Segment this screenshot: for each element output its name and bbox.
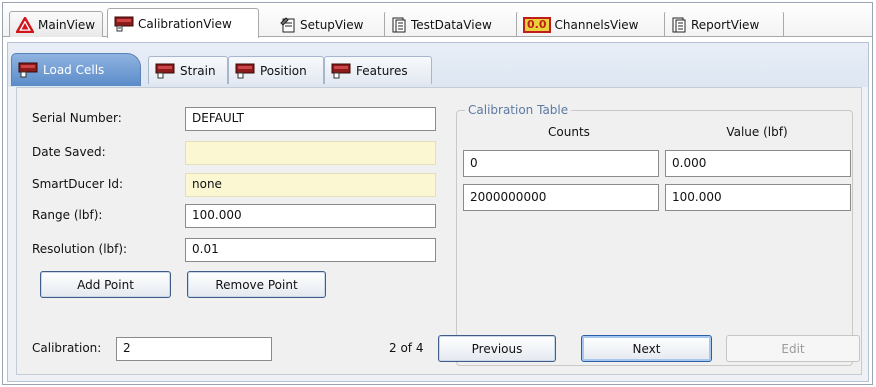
setup-icon [280, 16, 296, 33]
calibration-window: MainView CalibrationView SetupView TestD… [2, 2, 873, 385]
document-icon [671, 17, 687, 33]
load-cells-content: Serial Number: DEFAULT Date Saved: Smart… [16, 87, 862, 375]
date-saved-label: Date Saved: [32, 145, 106, 159]
smartducer-id-label: SmartDucer Id: [32, 177, 124, 191]
channels-icon: 0.0 [523, 16, 551, 33]
calibration-cell-value[interactable]: 100.000 [665, 184, 851, 211]
calibration-icon [18, 62, 38, 78]
sub-tab-bar: Load Cells Strain Position Features [8, 43, 868, 87]
calibration-cell-counts[interactable]: 2000000000 [463, 184, 659, 211]
tab-setupview[interactable]: SetupView [273, 11, 381, 37]
page-indicator: 2 of 4 [389, 341, 424, 355]
calibration-cell-value[interactable]: 0.000 [665, 150, 851, 177]
serial-number-field[interactable]: DEFAULT [185, 107, 436, 131]
value-column-header: Value (lbf) [726, 125, 788, 139]
resolution-field[interactable]: 0.01 [185, 238, 436, 262]
calibration-icon [155, 63, 175, 79]
calibration-table-title: Calibration Table [465, 103, 572, 117]
calibration-label: Calibration: [32, 341, 102, 355]
add-point-button[interactable]: Add Point [40, 271, 171, 298]
calibration-number-field[interactable]: 2 [116, 337, 272, 361]
tab-label: ChannelsView [554, 17, 639, 32]
range-label: Range (lbf): [32, 208, 103, 222]
tab-features[interactable]: Features [324, 56, 432, 84]
tab-label: Strain [180, 63, 216, 78]
calibration-icon [331, 63, 351, 79]
tab-label: Position [260, 63, 307, 78]
counts-column-header: Counts [548, 125, 590, 139]
tab-label: Load Cells [43, 63, 105, 77]
previous-button[interactable]: Previous [438, 335, 556, 362]
range-field[interactable]: 100.000 [185, 204, 436, 228]
serial-number-label: Serial Number: [32, 111, 122, 125]
tab-label: ReportView [691, 17, 760, 32]
calibration-table-group: Calibration Table Counts Value (lbf) 0 0… [456, 103, 853, 366]
tab-label: Features [356, 63, 408, 78]
tab-position[interactable]: Position [228, 56, 324, 84]
remove-point-button[interactable]: Remove Point [187, 271, 326, 298]
top-tab-bar: MainView CalibrationView SetupView TestD… [3, 3, 872, 38]
tab-load-cells[interactable]: Load Cells [11, 53, 141, 86]
date-saved-field [185, 141, 436, 165]
document-icon [391, 17, 407, 33]
calibration-icon [114, 16, 134, 32]
tab-reportview[interactable]: ReportView [664, 11, 784, 37]
tab-label: TestDataView [411, 17, 492, 32]
tab-label: MainView [38, 17, 96, 32]
tab-mainview[interactable]: MainView [9, 11, 103, 37]
smartducer-id-field: none [185, 173, 436, 197]
edit-button[interactable]: Edit [726, 335, 860, 362]
resolution-label: Resolution (lbf): [32, 242, 128, 256]
tab-strain[interactable]: Strain [148, 56, 228, 84]
next-button[interactable]: Next [581, 335, 712, 362]
tab-label: CalibrationView [138, 16, 232, 31]
warning-icon [14, 15, 36, 33]
calibration-cell-counts[interactable]: 0 [463, 150, 659, 177]
tab-channelsview[interactable]: 0.0 ChannelsView [516, 11, 662, 37]
tab-label: SetupView [300, 17, 364, 32]
tab-calibrationview[interactable]: CalibrationView [107, 8, 259, 38]
calibration-icon [235, 63, 255, 79]
tab-testdataview[interactable]: TestDataView [384, 11, 514, 37]
calibration-panel: Load Cells Strain Position Features Seri… [7, 42, 869, 382]
